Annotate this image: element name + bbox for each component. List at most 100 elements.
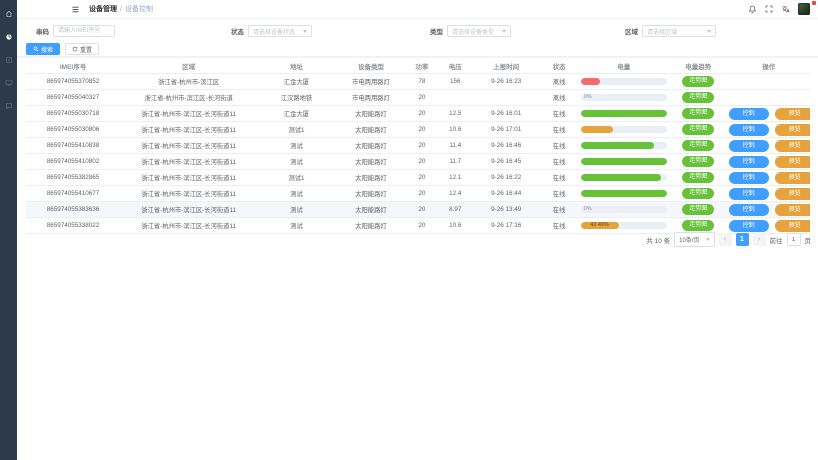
cell-time: 9-26 16:44 xyxy=(473,186,540,202)
cell-address: 汇金大厦 xyxy=(257,106,335,122)
column-header-voltage: 电压 xyxy=(438,59,473,74)
reset-button[interactable]: 重置 xyxy=(65,43,99,55)
column-header-power: 功率 xyxy=(406,59,437,74)
fullscreen-icon[interactable] xyxy=(765,5,773,13)
bell-icon[interactable] xyxy=(748,5,757,14)
preview-button[interactable]: 预览 xyxy=(775,156,810,168)
imei-input[interactable] xyxy=(53,25,115,37)
preview-button[interactable]: 预览 xyxy=(775,204,810,216)
cell-voltage: 8.97 xyxy=(438,202,473,218)
sidebar-item-edit[interactable] xyxy=(0,48,17,71)
trend-chart-button[interactable]: 走势图 xyxy=(682,156,714,167)
table-body: 865974055370852浙江省-杭州市-滨江区汇金大厦市电两用路灯7815… xyxy=(26,74,810,234)
cell-voltage: 156 xyxy=(438,74,473,90)
cell-time xyxy=(473,90,540,106)
edit-icon xyxy=(5,56,13,64)
cell-imei: 865974055382865 xyxy=(26,170,120,186)
preview-button[interactable]: 预览 xyxy=(775,220,810,232)
cell-action: 控制预览 xyxy=(728,170,810,186)
sidebar-item-monitor[interactable] xyxy=(0,71,17,94)
goto-unit: 页 xyxy=(805,235,812,245)
control-button[interactable]: 控制 xyxy=(729,188,769,200)
search-button[interactable]: 搜索 xyxy=(26,43,60,55)
cell-imei: 865974055030718 xyxy=(26,106,120,122)
cell-type: 太阳能路灯 xyxy=(336,170,407,186)
user-avatar[interactable] xyxy=(798,3,810,15)
control-button[interactable]: 控制 xyxy=(729,220,769,232)
column-header-imei: IMEI序号 xyxy=(26,59,120,74)
preview-button[interactable]: 预览 xyxy=(775,124,810,136)
page-size-select[interactable]: 10条/页 xyxy=(674,232,714,247)
sidebar-item-message[interactable] xyxy=(0,94,17,117)
message-icon xyxy=(5,102,13,110)
type-select[interactable]: 请选择设备类型 xyxy=(447,25,511,37)
preview-button[interactable]: 预览 xyxy=(775,188,810,200)
control-button[interactable]: 控制 xyxy=(729,156,769,168)
control-button[interactable]: 控制 xyxy=(729,124,769,136)
cell-time: 9-26 16:45 xyxy=(473,154,540,170)
cell-status: 在线 xyxy=(539,154,578,170)
trend-chart-button[interactable]: 走势图 xyxy=(682,124,714,135)
trend-chart-button[interactable]: 走势图 xyxy=(682,140,714,151)
cell-battery xyxy=(579,74,669,90)
battery-progress xyxy=(581,142,667,149)
prev-page-button[interactable]: ‹ xyxy=(719,233,732,246)
cell-action: 控制预览 xyxy=(728,202,810,218)
device-table: IMEI序号区域地址设备类型功率电压上报时间状态电量电量趋势操作 8659740… xyxy=(26,59,810,234)
refresh-icon xyxy=(72,46,78,52)
preview-button[interactable]: 预览 xyxy=(775,108,810,120)
table-row: 865974055383636浙江省-杭州市-滨江区-长河街道11测试太阳能路灯… xyxy=(26,202,810,218)
pagination-total: 共 10 条 xyxy=(646,235,670,245)
trend-chart-button[interactable]: 走势图 xyxy=(682,188,714,199)
cell-region: 浙江省-杭州市-滨江区-长河街道11 xyxy=(120,186,257,202)
next-page-button[interactable]: › xyxy=(753,233,766,246)
cell-time: 9-26 17:01 xyxy=(473,122,540,138)
trend-chart-button[interactable]: 走势图 xyxy=(682,108,714,119)
battery-progress xyxy=(581,158,667,165)
control-button[interactable]: 控制 xyxy=(729,172,769,184)
translate-icon[interactable] xyxy=(781,5,790,14)
goto-page-input[interactable] xyxy=(787,233,801,246)
preview-button[interactable]: 预览 xyxy=(775,172,810,184)
cell-address: 测试 xyxy=(257,218,335,234)
status-select-placeholder: 请选择设备状态 xyxy=(253,27,295,36)
table-row: 865974055382865浙江省-杭州市-滨江区-长河街道11测试1太阳能路… xyxy=(26,170,810,186)
cell-address: 测试 xyxy=(257,138,335,154)
sidebar-item-dashboard[interactable] xyxy=(0,25,17,48)
trend-chart-button[interactable]: 走势图 xyxy=(682,204,714,215)
cell-type: 太阳能路灯 xyxy=(336,154,407,170)
control-button[interactable]: 控制 xyxy=(729,108,769,120)
filter-region-label: 区域 xyxy=(625,26,638,36)
cell-action: 控制预览 xyxy=(728,106,810,122)
status-select[interactable]: 请选择设备状态 xyxy=(248,25,312,37)
cell-imei: 865974055370852 xyxy=(26,74,120,90)
trend-chart-button[interactable]: 走势图 xyxy=(682,172,714,183)
page-number-button[interactable]: 1 xyxy=(736,233,749,246)
control-button[interactable]: 控制 xyxy=(729,204,769,216)
preview-button[interactable]: 预览 xyxy=(775,140,810,152)
cell-voltage: 12.4 xyxy=(438,186,473,202)
cell-imei: 865974055383636 xyxy=(26,202,120,218)
control-button[interactable]: 控制 xyxy=(729,140,769,152)
sidebar-item-home[interactable] xyxy=(0,2,17,25)
trend-chart-button[interactable]: 走势图 xyxy=(682,220,714,231)
battery-percent-label: 0% xyxy=(584,206,592,213)
region-select[interactable]: 请选择区域 xyxy=(642,25,716,37)
goto-label: 前往 xyxy=(770,235,783,245)
cell-trend: 走势图 xyxy=(669,186,728,202)
filter-type: 类型 请选择设备类型 xyxy=(430,25,511,37)
trend-chart-button[interactable]: 走势图 xyxy=(682,76,714,87)
cell-power: 20 xyxy=(406,90,437,106)
battery-progress xyxy=(581,110,667,117)
table-row: 865974055030806浙江省-杭州市-滨江区-长河街道11测试1太阳能路… xyxy=(26,122,810,138)
cell-voltage: 10.6 xyxy=(438,218,473,234)
trend-chart-button[interactable]: 走势图 xyxy=(682,92,714,103)
cell-action: 控制预览 xyxy=(728,138,810,154)
cell-imei: 865974055410677 xyxy=(26,186,120,202)
cell-trend: 走势图 xyxy=(669,90,728,106)
menu-fold-icon[interactable] xyxy=(71,5,80,14)
battery-percent-label: 0% xyxy=(584,94,592,101)
breadcrumb-section[interactable]: 设备管理 xyxy=(89,4,117,14)
battery-progress xyxy=(581,190,667,197)
table-row: 865974055410677浙江省-杭州市-滨江区-长河街道11测试太阳能路灯… xyxy=(26,186,810,202)
